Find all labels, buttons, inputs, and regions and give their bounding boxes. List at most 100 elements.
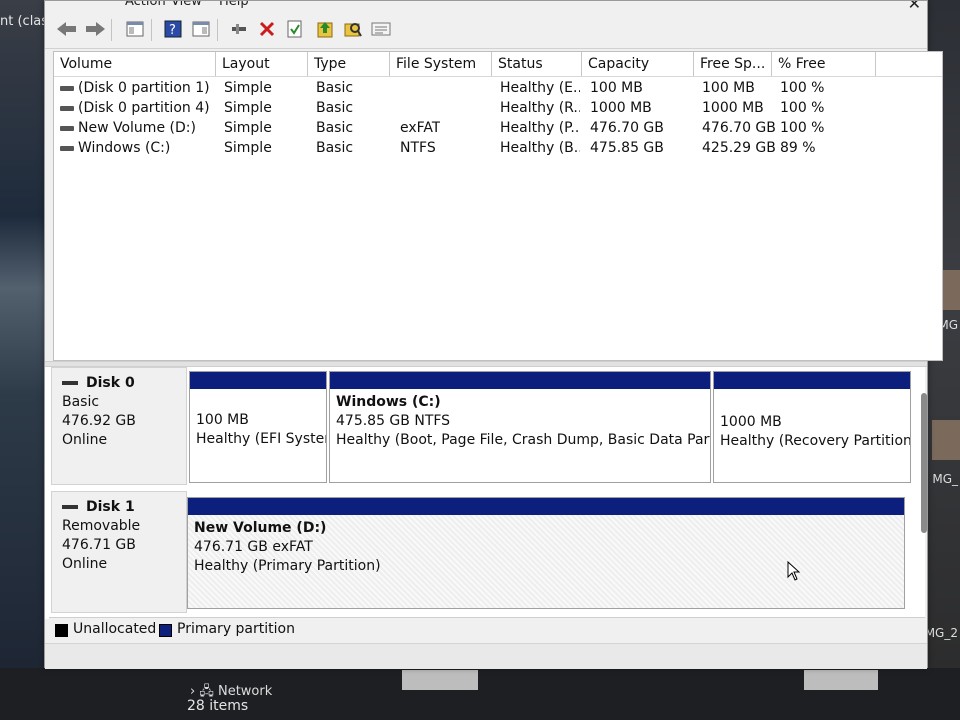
disk-kind: Removable (62, 518, 141, 534)
capacity-cell: 1000 MB (590, 100, 652, 116)
menu-help[interactable]: Help (219, 1, 249, 9)
console-tree-icon[interactable] (125, 19, 145, 39)
volume-row[interactable]: Windows (C:) Simple Basic NTFS Healthy (… (54, 140, 942, 160)
type-cell: Basic (316, 120, 354, 136)
volume-icon (60, 125, 74, 131)
items-count: 28 items (187, 698, 249, 714)
column-header-capacity[interactable]: Capacity (582, 52, 694, 76)
column-header-filesystem[interactable]: File System (390, 52, 492, 76)
partition-size: 1000 MB (720, 414, 782, 430)
partition-status: Healthy (Recovery Partition) (720, 433, 910, 449)
disk-0-label[interactable]: Disk 0 Basic 476.92 GB Online (51, 367, 187, 485)
type-cell: Basic (316, 140, 354, 156)
partition-recovery[interactable]: 1000 MB Healthy (Recovery Partition) (713, 371, 911, 483)
connect-icon[interactable] (229, 19, 249, 39)
layout-cell: Simple (224, 140, 272, 156)
partition-status: Healthy (Boot, Page File, Crash Dump, Ba… (336, 432, 710, 448)
percent-free-cell: 100 % (780, 120, 825, 136)
network-icon: 🖧 (199, 684, 214, 699)
toolbar-separator (217, 19, 218, 41)
column-header-volume[interactable]: Volume (54, 52, 216, 76)
partition-windows-c[interactable]: Windows (C:) 475.85 GB NTFS Healthy (Boo… (329, 371, 711, 483)
free-space-cell: 1000 MB (702, 100, 764, 116)
background-block (804, 670, 878, 690)
status-cell: Healthy (E... (500, 80, 580, 96)
partition-size: 476.71 GB exFAT (194, 539, 313, 555)
percent-free-cell: 100 % (780, 80, 825, 96)
disk-state: Online (62, 556, 108, 572)
volume-cell: New Volume (D:) (60, 120, 214, 136)
mouse-cursor-icon (787, 560, 801, 586)
menu-bar: Action View Help ✕ (45, 1, 927, 11)
toolbar-separator (151, 19, 152, 41)
filesystem-cell: NTFS (400, 140, 436, 156)
status-bar (45, 643, 927, 669)
volume-icon (60, 105, 74, 111)
status-cell: Healthy (P... (500, 120, 580, 136)
thumbnail-label: MG_2 (924, 626, 958, 640)
free-space-cell: 100 MB (702, 80, 755, 96)
column-header-free-space[interactable]: Free Sp... (694, 52, 772, 76)
primary-partition-bar (188, 498, 904, 515)
partition-size: 475.85 GB NTFS (336, 413, 451, 429)
network-label: Network (217, 684, 273, 699)
status-cell: Healthy (R... (500, 100, 580, 116)
disk-icon (62, 381, 78, 385)
checkmark-icon[interactable] (285, 19, 305, 39)
menu-view[interactable]: View (171, 1, 202, 9)
volume-list[interactable]: Volume Layout Type File System Status Ca… (53, 51, 943, 361)
disk-size: 476.71 GB (62, 537, 136, 553)
search-folder-icon[interactable] (343, 19, 363, 39)
percent-free-cell: 89 % (780, 140, 816, 156)
help-icon[interactable]: ? (163, 19, 183, 39)
close-icon[interactable]: ✕ (908, 1, 921, 11)
unallocated-swatch (55, 624, 68, 637)
legend-unallocated: Unallocated (73, 621, 157, 637)
type-cell: Basic (316, 80, 354, 96)
capacity-cell: 476.70 GB (590, 120, 664, 136)
toolbar: ? (45, 13, 927, 49)
percent-free-cell: 100 % (780, 100, 825, 116)
layout-cell: Simple (224, 80, 272, 96)
volume-cell: Windows (C:) (60, 140, 214, 156)
properties-pane-icon[interactable] (191, 19, 211, 39)
column-header-type[interactable]: Type (308, 52, 390, 76)
column-header-percent-free[interactable]: % Free (772, 52, 876, 76)
import-icon[interactable] (315, 19, 335, 39)
volume-icon (60, 85, 74, 91)
partition-new-volume-d[interactable]: New Volume (D:) 476.71 GB exFAT Healthy … (187, 497, 905, 609)
status-cell: Healthy (B... (500, 140, 580, 156)
svg-text:?: ? (169, 23, 176, 38)
type-cell: Basic (316, 100, 354, 116)
volume-row[interactable]: (Disk 0 partition 1) Simple Basic Health… (54, 80, 942, 100)
column-header-layout[interactable]: Layout (216, 52, 308, 76)
volume-row[interactable]: (Disk 0 partition 4) Simple Basic Health… (54, 100, 942, 120)
disk-map-scrollbar[interactable] (921, 393, 927, 533)
column-header-status[interactable]: Status (492, 52, 582, 76)
disk-management-window: Action View Help ✕ ? Volume Layout Type … (44, 0, 943, 669)
volume-icon (60, 145, 74, 151)
layout-cell: Simple (224, 120, 272, 136)
menu-action[interactable]: Action (125, 1, 166, 9)
delete-icon[interactable] (257, 19, 277, 39)
thumbnail (932, 420, 960, 460)
primary-partition-bar (714, 372, 910, 389)
disk-1-label[interactable]: Disk 1 Removable 476.71 GB Online (51, 491, 187, 613)
back-arrow-icon[interactable] (57, 19, 77, 39)
filesystem-cell: exFAT (400, 120, 441, 136)
settings-icon[interactable] (371, 19, 391, 39)
partition-efi[interactable]: 100 MB Healthy (EFI Systen (189, 371, 327, 483)
volume-cell: (Disk 0 partition 4) (60, 100, 214, 116)
forward-arrow-icon[interactable] (85, 19, 105, 39)
disk-size: 476.92 GB (62, 413, 136, 429)
partition-title: Windows (C:) (336, 394, 441, 410)
volume-row[interactable]: New Volume (D:) Simple Basic exFAT Healt… (54, 120, 942, 140)
legend-bar: Unallocated Primary partition (49, 617, 925, 641)
primary-partition-bar (190, 372, 326, 389)
partition-status: Healthy (EFI Systen (196, 431, 326, 447)
volume-cell: (Disk 0 partition 1) (60, 80, 214, 96)
background-block (402, 670, 478, 690)
disk-kind: Basic (62, 394, 100, 410)
free-space-cell: 476.70 GB (702, 120, 776, 136)
disk-icon (62, 505, 78, 509)
